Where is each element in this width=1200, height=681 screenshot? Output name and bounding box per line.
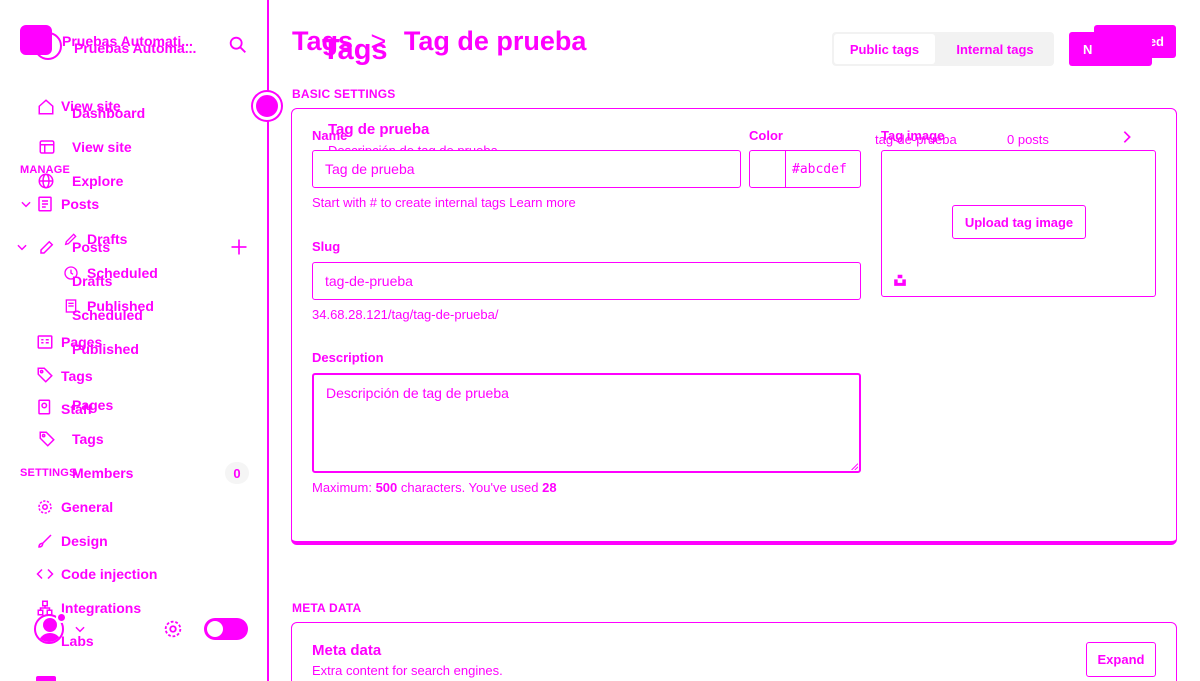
sidebar-item-general[interactable]: General bbox=[61, 499, 113, 515]
sidebar-item-drafts[interactable]: Drafts bbox=[87, 231, 127, 247]
name-hint: Start with # to create internal tags Lea… bbox=[312, 195, 576, 210]
basic-settings-label: BASIC SETTINGS bbox=[292, 87, 396, 101]
settings-section-label: SETTINGS bbox=[20, 467, 77, 479]
sidebar-item-tags[interactable]: Tags bbox=[72, 431, 104, 447]
breadcrumb-tags-ghost: Tags bbox=[322, 34, 388, 66]
chevron-down-icon-ghost bbox=[15, 240, 29, 254]
tag-url-hint: 34.68.28.121/tag/tag-de-prueba/ bbox=[312, 307, 499, 322]
sidebar-item-view-site[interactable]: View site bbox=[72, 139, 132, 155]
posts-icon bbox=[36, 195, 54, 213]
window-icon bbox=[38, 138, 56, 156]
tab-public-tags-label: Public tags bbox=[849, 41, 920, 57]
used-value: 28 bbox=[542, 480, 557, 495]
settings-gear-icon[interactable] bbox=[162, 618, 184, 640]
new-tag-button[interactable]: N bbox=[1069, 32, 1152, 66]
tag-icon bbox=[36, 366, 54, 384]
sidebar-item-design[interactable]: Design bbox=[61, 533, 108, 549]
slug-label: Slug bbox=[312, 239, 341, 254]
slug-input[interactable]: tag-de-prueba bbox=[312, 262, 861, 300]
description-value: Descripción de tag de prueba bbox=[326, 385, 509, 401]
description-label: Description bbox=[312, 350, 384, 365]
max-value: 500 bbox=[375, 480, 398, 495]
tag-icon-active bbox=[38, 430, 56, 448]
tag-type-tabs: Public tags Internal tags bbox=[832, 32, 1054, 66]
new-tag-button-label: N bbox=[1083, 41, 1093, 57]
color-label: Color bbox=[749, 128, 783, 143]
sidebar-item-published-ghost: Published bbox=[72, 341, 139, 357]
tab-internal-tags[interactable]: Internal tags bbox=[940, 34, 1050, 64]
sidebar-item-drafts-ghost: Drafts bbox=[72, 273, 113, 289]
search-icon[interactable] bbox=[227, 34, 249, 56]
sidebar-bottom-fragment bbox=[36, 676, 56, 681]
max-middle: characters. You've used bbox=[397, 480, 543, 495]
notification-dot bbox=[56, 612, 67, 623]
tab-internal-tags-label: Internal tags bbox=[956, 41, 1034, 57]
expand-button[interactable]: Expand bbox=[1086, 642, 1156, 677]
sidebar-item-members[interactable]: Members bbox=[72, 465, 133, 481]
edit-icon bbox=[38, 238, 56, 256]
members-count-badge: 0 bbox=[225, 462, 249, 484]
page-title: Tag de prueba bbox=[403, 26, 587, 56]
unsplash-icon[interactable] bbox=[893, 273, 907, 287]
meta-data-label: META DATA bbox=[292, 601, 362, 615]
posts-count: 0 posts bbox=[1007, 132, 1049, 147]
members-count: 0 bbox=[233, 465, 241, 481]
expand-button-label: Expand bbox=[1097, 652, 1145, 667]
pages-icon bbox=[36, 333, 54, 351]
globe-icon bbox=[37, 172, 55, 190]
staff-icon bbox=[36, 398, 54, 416]
sidebar-item-tags-ghost: Tags bbox=[61, 368, 93, 384]
resize-handle[interactable] bbox=[253, 92, 281, 120]
sidebar-item-explore[interactable]: Explore bbox=[72, 173, 123, 189]
sidebar-item-pages-ghost: Pages bbox=[72, 397, 114, 413]
description-textarea[interactable]: Descripción de tag de prueba bbox=[312, 373, 861, 473]
plus-icon[interactable] bbox=[229, 237, 249, 257]
color-input[interactable]: #abcdef bbox=[785, 150, 861, 188]
chevron-down-icon[interactable] bbox=[73, 622, 87, 636]
sidebar-item-dashboard[interactable]: Dashboard bbox=[72, 105, 145, 121]
code-icon bbox=[36, 565, 54, 583]
sidebar-item-integrations[interactable]: Integrations bbox=[61, 600, 141, 616]
resize-grip-icon[interactable] bbox=[850, 462, 858, 470]
tab-public-tags[interactable]: Public tags bbox=[834, 34, 935, 64]
color-swatch[interactable] bbox=[749, 150, 786, 188]
home-icon bbox=[37, 98, 55, 116]
meta-data-subtitle: Extra content for search engines. bbox=[312, 663, 503, 678]
name-input[interactable]: Tag de prueba bbox=[312, 150, 741, 188]
dark-mode-toggle[interactable] bbox=[204, 618, 248, 640]
sidebar-item-scheduled-ghost: Scheduled bbox=[72, 307, 143, 323]
upload-tag-image-label: Upload tag image bbox=[964, 214, 1074, 230]
meta-data-title: Meta data bbox=[312, 642, 382, 659]
preview-title: Tag de prueba bbox=[328, 121, 430, 138]
site-title-ghost: Pruebas Automa... bbox=[74, 40, 197, 56]
character-count: Maximum: 500 characters. You've used 28 bbox=[312, 480, 557, 495]
upload-tag-image-button[interactable]: Upload tag image bbox=[952, 205, 1086, 239]
max-prefix: Maximum: bbox=[312, 480, 376, 495]
sidebar-item-posts[interactable]: Posts bbox=[61, 196, 99, 212]
brush-icon bbox=[36, 532, 54, 550]
gear-icon bbox=[36, 498, 54, 516]
tag-slug-ghost: tag-de-prueba bbox=[875, 132, 957, 147]
chevron-right-icon[interactable] bbox=[1119, 128, 1135, 146]
sidebar-item-code-injection[interactable]: Code injection bbox=[61, 566, 157, 582]
site-logo-ghost bbox=[34, 32, 62, 60]
chevron-down-icon[interactable] bbox=[19, 197, 33, 211]
